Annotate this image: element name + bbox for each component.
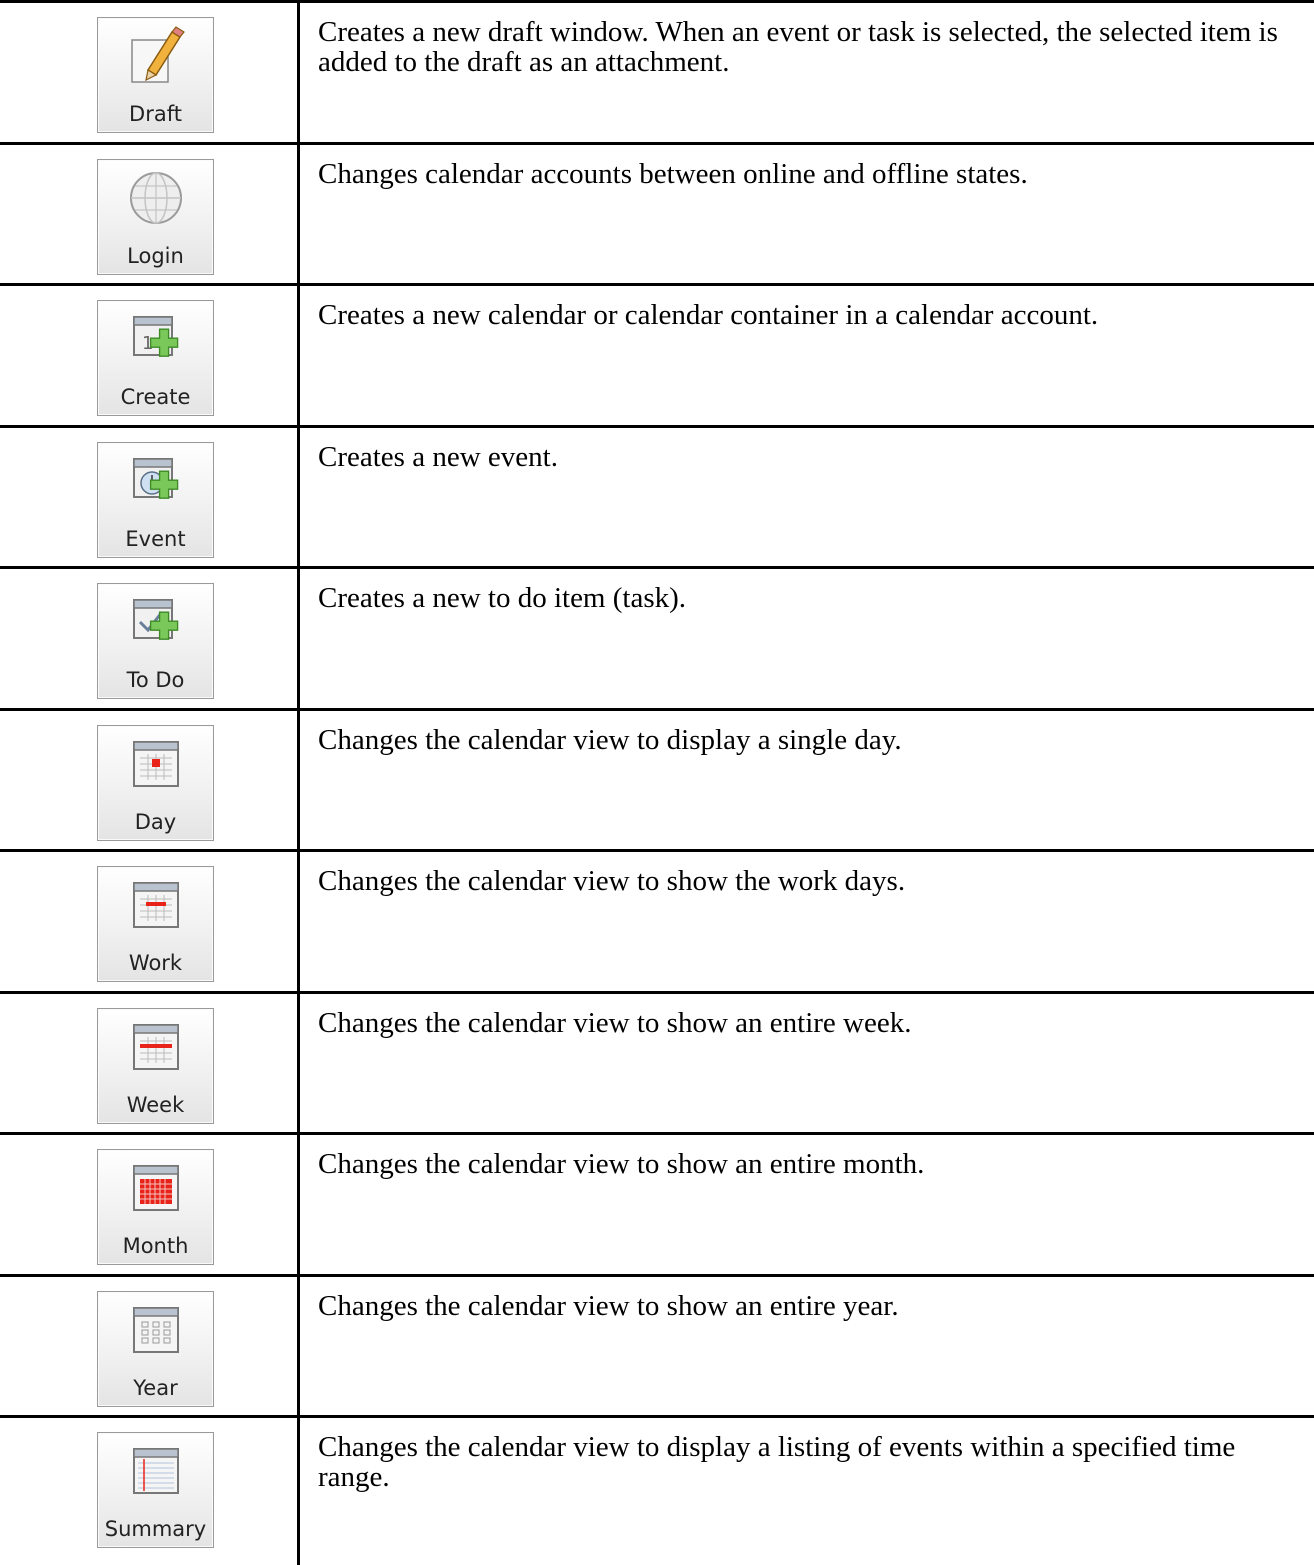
globe-icon xyxy=(130,171,182,224)
week-button[interactable]: Week xyxy=(97,1007,214,1124)
pencil-note-icon xyxy=(131,26,185,83)
table-row: Login Changes calendar accounts between … xyxy=(0,141,1314,283)
description: Changes the calendar view to display a l… xyxy=(318,1431,1236,1493)
icon-cell: Month xyxy=(0,1135,300,1274)
table-row: To Do Creates a new to do item (task). xyxy=(0,566,1314,708)
icon-cell: Work xyxy=(0,852,300,991)
button-label: Login xyxy=(127,243,184,268)
table-row: Event Creates a new event. xyxy=(0,424,1314,566)
button-label: Event xyxy=(125,526,186,551)
calendar-summary-icon xyxy=(133,1448,179,1494)
calendar-month-icon xyxy=(133,1165,179,1211)
calendar-year-icon xyxy=(133,1306,179,1353)
description: Creates a new draft window. When an even… xyxy=(318,16,1278,78)
clock-add-icon xyxy=(133,457,179,499)
icon-cell: 1 Create xyxy=(0,286,300,425)
table-row: Week Changes the calendar view to show a… xyxy=(0,990,1314,1132)
icon-cell: Login xyxy=(0,144,300,283)
login-button[interactable]: Login xyxy=(97,158,214,275)
button-label: Create xyxy=(120,385,191,409)
description: Changes the calendar view to display a s… xyxy=(318,723,902,756)
table-row: Month Changes the calendar view to show … xyxy=(0,1132,1314,1274)
icon-cell: Summary xyxy=(0,1418,300,1565)
button-label: Month xyxy=(122,1234,189,1258)
button-label: Week xyxy=(126,1092,185,1117)
button-label: Work xyxy=(128,951,183,975)
description: Creates a new to do item (task). xyxy=(318,582,687,614)
summary-button[interactable]: Summary xyxy=(97,1432,214,1548)
checkmark-add-icon xyxy=(133,599,179,640)
day-button[interactable]: Day xyxy=(97,724,214,841)
button-label: Day xyxy=(134,809,177,834)
button-label: To Do xyxy=(126,668,185,692)
calendar-week-icon xyxy=(133,1023,179,1070)
icon-cell: Day xyxy=(0,710,300,849)
icon-cell: Draft xyxy=(0,3,300,142)
table-row: Work Changes the calendar view to show t… xyxy=(0,849,1314,991)
month-button[interactable]: Month xyxy=(97,1149,214,1265)
todo-button[interactable]: To Do xyxy=(97,583,214,699)
table-row: 1 Create Creates a new calendar or calen… xyxy=(0,283,1314,425)
event-button[interactable]: Event xyxy=(97,441,214,558)
calendar-add-icon: 1 xyxy=(133,316,179,357)
icon-cell: Year xyxy=(0,1276,300,1415)
draft-button[interactable]: Draft xyxy=(97,17,214,133)
toolbar-button-reference-table: Draft Creates a new draft window. When a… xyxy=(0,0,1314,1565)
table-row: Summary Changes the calendar view to dis… xyxy=(0,1415,1314,1565)
year-button[interactable]: Year xyxy=(97,1290,214,1407)
description: Creates a new calendar or calendar conta… xyxy=(318,299,1099,331)
calendar-work-icon xyxy=(133,882,179,928)
description: Changes the calendar view to show the wo… xyxy=(318,865,906,897)
calendar-day-icon xyxy=(133,740,179,787)
button-label: Year xyxy=(133,1375,178,1400)
create-button[interactable]: 1 Create xyxy=(97,300,214,416)
description: Changes calendar accounts between online… xyxy=(318,157,1028,190)
table-row: Draft Creates a new draft window. When a… xyxy=(0,0,1314,142)
description: Creates a new event. xyxy=(318,440,558,473)
icon-cell: To Do xyxy=(0,569,300,708)
button-label: Summary xyxy=(104,1517,207,1541)
description: Changes the calendar view to show an ent… xyxy=(318,1148,925,1180)
description: Changes the calendar view to show an ent… xyxy=(318,1289,899,1322)
icon-cell: Event xyxy=(0,427,300,566)
table-row: Day Changes the calendar view to display… xyxy=(0,707,1314,849)
icon-cell: Week xyxy=(0,993,300,1132)
work-button[interactable]: Work xyxy=(97,866,214,982)
button-label: Draft xyxy=(129,102,182,126)
description: Changes the calendar view to show an ent… xyxy=(318,1006,912,1039)
table-row: Year Changes the calendar view to show a… xyxy=(0,1273,1314,1415)
